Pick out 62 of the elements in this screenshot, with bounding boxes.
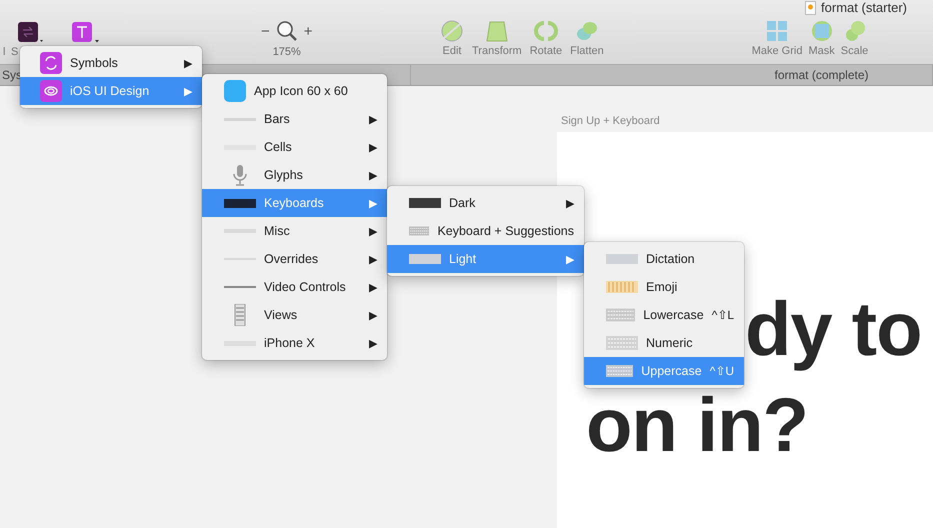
thumbnail-icon [224, 198, 256, 208]
headline-text: dy to [745, 286, 923, 374]
zoom-level: 175% [272, 46, 301, 58]
zoom-in-button[interactable]: + [304, 22, 313, 40]
edit-icon [440, 20, 464, 42]
submenu-arrow: ▶ [184, 84, 192, 98]
symbols-icon [40, 52, 62, 74]
menu-item[interactable]: Dark ▶ [387, 189, 584, 217]
search-icon[interactable] [276, 20, 298, 42]
toolbar-label: l [3, 46, 6, 58]
thumbnail-icon [606, 254, 638, 264]
thumbnail-icon [409, 254, 441, 264]
submenu-arrow: ▶ [369, 336, 377, 350]
flatten-icon [574, 20, 599, 42]
submenu-arrow: ▶ [369, 112, 377, 126]
menu-item[interactable]: Video Controls ▶ [202, 273, 387, 301]
menu-item[interactable]: Bars ▶ [202, 105, 387, 133]
submenu-arrow: ▶ [369, 308, 377, 322]
menu-item[interactable]: Cells ▶ [202, 133, 387, 161]
submenu-arrow: ▶ [369, 140, 377, 154]
text-tool-icon[interactable] [72, 22, 102, 44]
app-icon [224, 80, 246, 102]
transform-icon [484, 20, 509, 42]
menu-item[interactable]: Lowercase ^⇧L [584, 301, 744, 329]
thumbnail-icon [409, 198, 441, 208]
menu-item[interactable]: Emoji [584, 273, 744, 301]
menu-item[interactable]: Overrides ▶ [202, 245, 387, 273]
menu-item[interactable]: Views ▶ [202, 301, 387, 329]
menu-item[interactable]: iPhone X ▶ [202, 329, 387, 357]
menu-item[interactable]: Keyboard + Suggestions [387, 217, 584, 245]
library-icon [40, 80, 62, 102]
mask-icon [810, 20, 834, 42]
rotate-icon [534, 20, 558, 42]
zoom-out-button[interactable]: − [261, 22, 270, 40]
submenu-arrow: ▶ [184, 56, 192, 70]
window-title: format (starter) [805, 0, 907, 15]
submenu-arrow: ▶ [369, 196, 377, 210]
headline-text: on in? [586, 382, 809, 470]
symbol-insert-icon[interactable] [18, 22, 46, 44]
submenu-arrow: ▶ [566, 252, 574, 266]
menu-item[interactable]: Glyphs ▶ [202, 161, 387, 189]
thumbnail-icon [606, 362, 634, 380]
menu-item[interactable]: Dictation [584, 245, 744, 273]
submenu-arrow: ▶ [369, 280, 377, 294]
submenu-arrow: ▶ [369, 224, 377, 238]
submenu-arrow: ▶ [369, 168, 377, 182]
submenu-arrow: ▶ [566, 196, 574, 210]
document-tab[interactable]: format (complete) [411, 65, 933, 85]
thumbnail-icon [606, 334, 638, 352]
menu-item[interactable]: Numeric [584, 329, 744, 357]
menu-item[interactable]: Misc ▶ [202, 217, 387, 245]
grid-icon [765, 20, 790, 42]
document-icon [805, 0, 816, 14]
toolbar-label: S [11, 46, 18, 58]
keyboard-shortcut: ^⇧L [712, 308, 734, 322]
submenu-arrow: ▶ [369, 252, 377, 266]
keyboard-shortcut: ^⇧U [710, 364, 734, 378]
menu-item[interactable]: Symbols ▶ [20, 49, 202, 77]
menu-item[interactable]: App Icon 60 x 60 [202, 77, 387, 105]
artboard-title: Sign Up + Keyboard [561, 115, 660, 127]
thumbnail-icon [606, 278, 638, 296]
thumbnail-icon [606, 306, 636, 324]
